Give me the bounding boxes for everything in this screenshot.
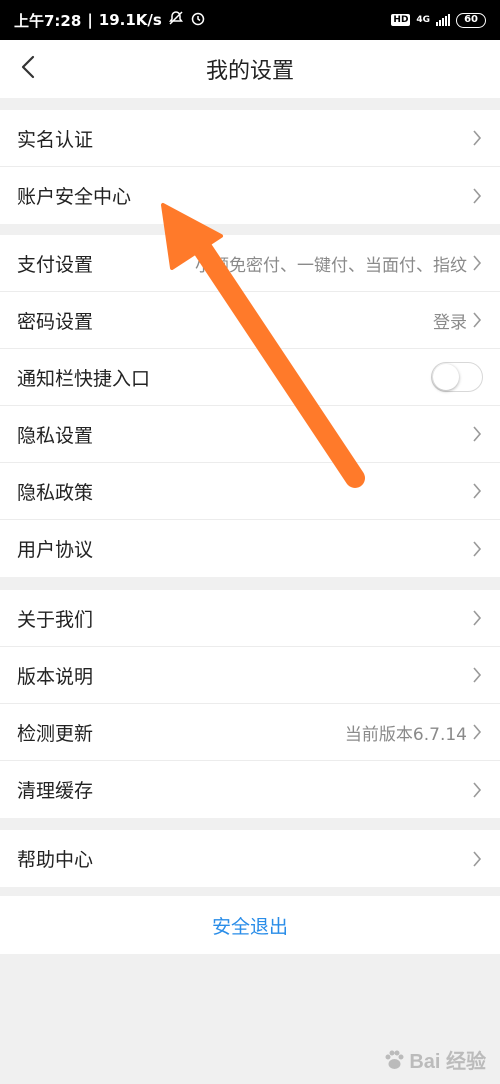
paw-logo-icon [385, 1050, 404, 1069]
chevron-right-icon [471, 481, 483, 501]
row-label: 账户安全中心 [17, 186, 132, 208]
row-label: 实名认证 [17, 128, 94, 151]
battery-icon: 60 [456, 12, 486, 28]
row-label: 检测更新 [17, 722, 94, 745]
alarm-icon [190, 10, 206, 30]
row-label: 用户协议 [17, 539, 94, 561]
row-label: 清理缓存 [17, 780, 94, 802]
watermark-text: Bai 经验 [409, 1051, 486, 1073]
notification-shortcut-toggle[interactable] [431, 362, 483, 392]
title-bar: 我的设置 [0, 40, 500, 98]
chevron-right-icon [471, 722, 483, 742]
chevron-right-icon [471, 780, 483, 800]
chevron-right-icon [471, 128, 483, 148]
password-type-value: 登录 [433, 312, 467, 333]
chevron-right-icon [471, 186, 483, 206]
section-help: 帮助中心 [0, 830, 500, 887]
row-user-agreement[interactable]: 用户协议 [0, 520, 500, 577]
row-notification-shortcut: 通知栏快捷入口 [0, 349, 500, 406]
row-privacy-policy[interactable]: 隐私政策 [0, 463, 500, 520]
signal-icon [436, 14, 451, 26]
logout-button[interactable]: 安全退出 [0, 896, 500, 954]
watermark: Bai 经验 [383, 1045, 486, 1074]
row-label: 支付设置 [17, 253, 94, 276]
status-bar: 上午7:28 | 19.1K/s HD 4G 60 [0, 0, 500, 40]
row-label: 关于我们 [17, 608, 94, 631]
row-clear-cache[interactable]: 清理缓存 [0, 761, 500, 818]
row-real-name-auth[interactable]: 实名认证 [0, 110, 500, 167]
section-about: 关于我们 版本说明 检测更新 当前版本6.7.14 清理缓存 [0, 590, 500, 818]
section-payment-privacy: 支付设置 小额免密付、一键付、当面付、指纹 密码设置 登录 通知栏快捷入口 隐私… [0, 235, 500, 577]
hd-badge: HD [391, 14, 411, 26]
chevron-right-icon [471, 253, 483, 273]
row-help-center[interactable]: 帮助中心 [0, 830, 500, 887]
row-about-us[interactable]: 关于我们 [0, 590, 500, 647]
section-identity: 实名认证 账户安全中心 [0, 110, 500, 224]
mute-icon [168, 10, 184, 30]
chevron-right-icon [471, 608, 483, 628]
page-title: 我的设置 [205, 59, 294, 84]
status-time: 上午7:28 [14, 11, 82, 30]
current-version-value: 当前版本6.7.14 [344, 724, 467, 745]
back-arrow-icon [21, 55, 35, 83]
back-button[interactable] [8, 48, 48, 90]
status-separator: | [87, 11, 93, 29]
row-account-security-center[interactable]: 账户安全中心 [0, 167, 500, 224]
chevron-right-icon [471, 310, 483, 330]
chevron-right-icon [471, 539, 483, 559]
row-label: 密码设置 [17, 310, 94, 333]
row-version-notes[interactable]: 版本说明 [0, 647, 500, 704]
row-label: 通知栏快捷入口 [17, 367, 151, 390]
row-password-settings[interactable]: 密码设置 登录 [0, 292, 500, 349]
status-speed: 19.1K/s [98, 11, 162, 29]
payment-methods-value: 小额免密付、一键付、当面付、指纹 [195, 255, 467, 276]
network-type: 4G [416, 14, 431, 25]
row-payment-settings[interactable]: 支付设置 小额免密付、一键付、当面付、指纹 [0, 235, 500, 292]
chevron-right-icon [471, 424, 483, 444]
chevron-right-icon [471, 849, 483, 869]
row-label: 隐私设置 [17, 424, 94, 447]
toggle-knob [433, 364, 459, 390]
row-check-update[interactable]: 检测更新 当前版本6.7.14 [0, 704, 500, 761]
chevron-right-icon [471, 665, 483, 685]
row-label: 帮助中心 [17, 849, 94, 871]
row-privacy-settings[interactable]: 隐私设置 [0, 406, 500, 463]
row-label: 隐私政策 [17, 481, 94, 504]
row-label: 版本说明 [17, 665, 94, 688]
